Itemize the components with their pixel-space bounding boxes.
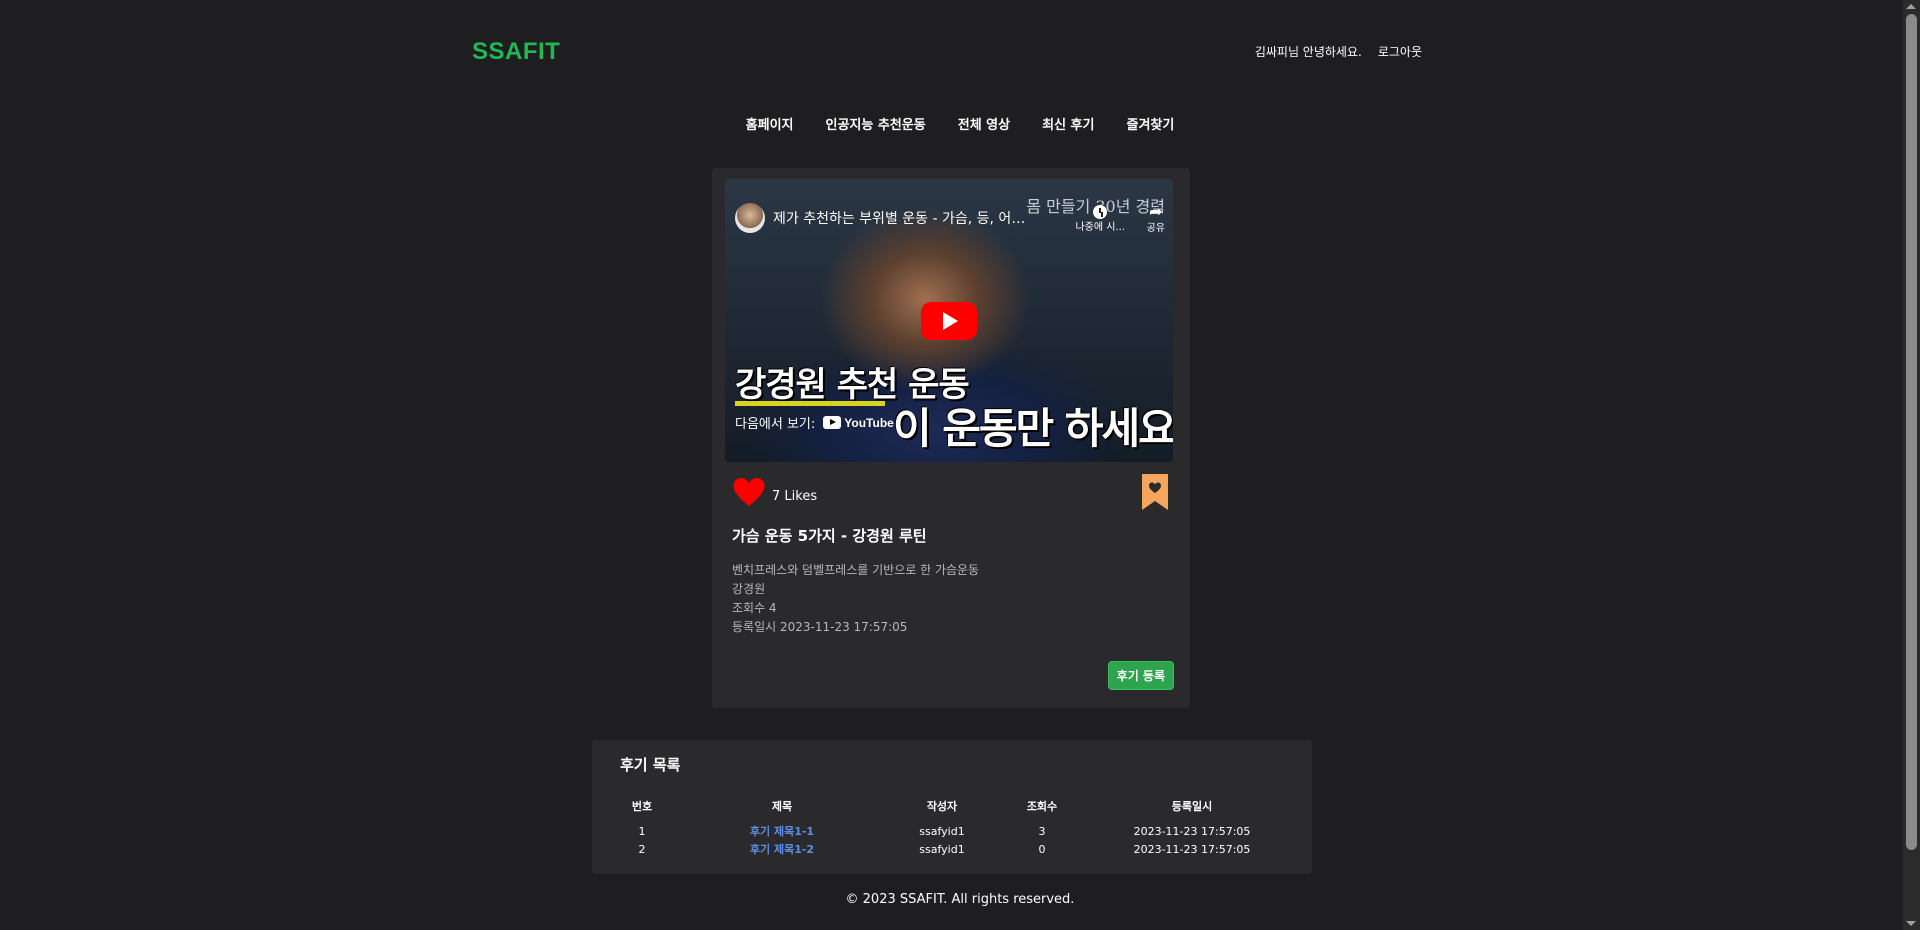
watch-later-button[interactable]: 나중에 시...: [1075, 205, 1125, 233]
video-channel: 강경원: [732, 582, 766, 596]
footer-copyright: © 2023 SSAFIT. All rights reserved.: [845, 892, 1075, 907]
share-icon: ➦: [1149, 202, 1163, 221]
scroll-up-arrow-icon[interactable]: [1906, 4, 1916, 9]
share-label: 공유: [1146, 222, 1165, 234]
play-button[interactable]: [921, 302, 977, 340]
column-header-date: 등록일시: [1171, 800, 1213, 813]
scrollbar-thumb[interactable]: [1906, 14, 1917, 850]
table-row: 2 후기 제목1-2 ssafyid1 0 2023-11-23 17:57:0…: [612, 840, 1292, 858]
review-date: 2023-11-23 17:57:05: [1133, 824, 1251, 838]
video-meta: 벤치프레스와 덤벨프레스를 기반으로 한 가슴운동 강경원 조회수 4 등록일시…: [732, 561, 979, 637]
main-nav: 홈페이지 인공지능 추천운동 전체 영상 최신 후기 즐겨찾기: [0, 114, 1920, 133]
table-header-row: 번호 제목 작성자 조회수 등록일시: [612, 798, 1292, 822]
nav-item-latest-reviews[interactable]: 최신 후기: [1042, 114, 1094, 133]
review-table: 번호 제목 작성자 조회수 등록일시 1 후기 제목1-1 ssafyid1 3…: [612, 798, 1292, 858]
write-review-button[interactable]: 후기 등록: [1107, 661, 1174, 690]
review-title-link[interactable]: 후기 제목1-1: [750, 825, 814, 838]
watch-later-label: 나중에 시...: [1075, 222, 1125, 233]
greeting-text: 김싸피님 안녕하세요.: [1254, 45, 1362, 59]
review-author: ssafyid1: [919, 842, 965, 856]
review-no: 1: [638, 824, 646, 838]
likes-count: 7 Likes: [772, 488, 818, 504]
review-list-title: 후기 목록: [620, 756, 681, 774]
column-header-author: 작성자: [926, 800, 958, 813]
scroll-down-arrow-icon[interactable]: [1906, 921, 1916, 926]
youtube-play-icon: [823, 416, 842, 429]
embed-video-title[interactable]: 제가 추천하는 부위별 운동 - 가슴, 등, 어깨, 하체: [773, 208, 1028, 228]
site-logo[interactable]: SSAFIT: [472, 38, 560, 66]
column-header-views: 조회수: [1026, 800, 1058, 813]
youtube-embed[interactable]: 제가 추천하는 부위별 운동 - 가슴, 등, 어깨, 하체 몸 만들기 30년…: [725, 179, 1173, 462]
column-header-title: 제목: [771, 800, 793, 813]
table-row: 1 후기 제목1-1 ssafyid1 3 2023-11-23 17:57:0…: [612, 822, 1292, 840]
video-description: 벤치프레스와 덤벨프레스를 기반으로 한 가슴운동: [732, 563, 980, 577]
user-menu: 김싸피님 안녕하세요. 로그아웃: [1255, 43, 1422, 60]
video-detail-card: 제가 추천하는 부위별 운동 - 가슴, 등, 어깨, 하체 몸 만들기 30년…: [712, 168, 1190, 708]
nav-item-all-videos[interactable]: 전체 영상: [958, 114, 1010, 133]
page-scrollbar[interactable]: [1903, 0, 1920, 930]
youtube-brand-text: YouTube: [844, 415, 894, 430]
column-header-no: 번호: [631, 800, 653, 813]
review-views: 3: [1038, 824, 1046, 838]
review-title-link[interactable]: 후기 제목1-2: [750, 843, 814, 856]
watch-on-youtube[interactable]: 다음에서 보기: YouTube: [735, 413, 894, 433]
like-row: 7 Likes: [732, 477, 817, 507]
review-no: 2: [638, 842, 646, 856]
heart-icon[interactable]: [732, 477, 766, 507]
watch-on-label: 다음에서 보기:: [735, 417, 816, 432]
clock-icon: [1093, 205, 1108, 219]
nav-item-ai-recommend[interactable]: 인공지능 추천운동: [826, 114, 926, 133]
logout-link[interactable]: 로그아웃: [1378, 43, 1422, 60]
video-views: 조회수 4: [732, 601, 777, 615]
nav-item-home[interactable]: 홈페이지: [746, 114, 794, 133]
video-title: 가슴 운동 5가지 - 강경원 루틴: [732, 527, 927, 545]
review-date: 2023-11-23 17:57:05: [1133, 842, 1251, 856]
share-button[interactable]: ➦ 공유: [1147, 203, 1165, 234]
video-registered-date: 등록일시 2023-11-23 17:57:05: [732, 620, 908, 634]
thumbnail-text-line2: 이 운동만 하세요: [893, 404, 1173, 453]
review-list-panel: 후기 목록 번호 제목 작성자 조회수 등록일시 1 후기 제목1-1 ssaf…: [592, 740, 1312, 874]
review-views: 0: [1038, 842, 1046, 856]
nav-item-favorites[interactable]: 즐겨찾기: [1126, 114, 1174, 133]
bookmark-icon[interactable]: [1142, 474, 1168, 510]
channel-avatar[interactable]: [735, 203, 765, 233]
youtube-logo: YouTube: [823, 416, 894, 430]
review-author: ssafyid1: [919, 824, 965, 838]
